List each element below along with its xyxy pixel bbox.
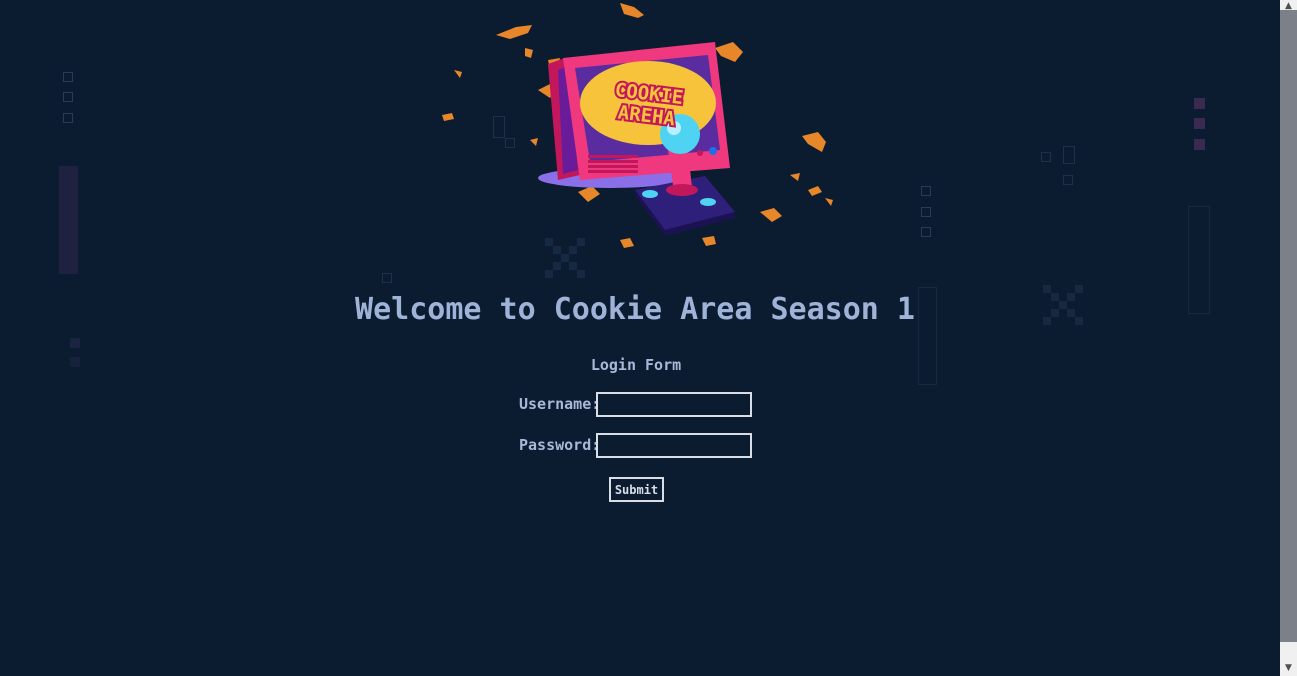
decor-square [921, 207, 931, 217]
decor-bar [59, 166, 78, 274]
decor-square [382, 273, 392, 283]
decor-square [1194, 118, 1205, 129]
decor-square [1063, 175, 1073, 185]
vertical-scrollbar[interactable]: ▲ ▼ [1280, 0, 1297, 676]
decor-square [1063, 146, 1075, 164]
password-row: Password: [519, 432, 752, 458]
decor-bar [70, 338, 80, 348]
username-label: Username: [519, 395, 601, 413]
page: COOKIE AREHA Welcome to Cookie Area Seas… [0, 0, 1297, 676]
username-input[interactable] [596, 391, 752, 417]
decor-square [921, 227, 931, 237]
login-form-heading: Login Form [590, 356, 682, 374]
decor-square [1194, 139, 1205, 150]
scrollbar-thumb[interactable] [1280, 10, 1297, 642]
decor-square [63, 72, 73, 82]
decor-square [1194, 98, 1205, 109]
decor-square [63, 113, 73, 123]
cookie-area-logo: COOKIE AREHA [442, 3, 833, 248]
decor-square [63, 92, 73, 102]
password-input[interactable] [596, 432, 752, 458]
decor-square [1041, 152, 1051, 162]
password-label: Password: [519, 436, 601, 454]
page-title: Welcome to Cookie Area Season 1 [355, 292, 915, 327]
decor-square [921, 186, 931, 196]
username-row: Username: [519, 391, 752, 417]
submit-button[interactable]: Submit [609, 477, 664, 502]
scroll-down-arrow-icon[interactable]: ▼ [1280, 662, 1297, 674]
content-area: COOKIE AREHA Welcome to Cookie Area Seas… [0, 0, 1280, 676]
